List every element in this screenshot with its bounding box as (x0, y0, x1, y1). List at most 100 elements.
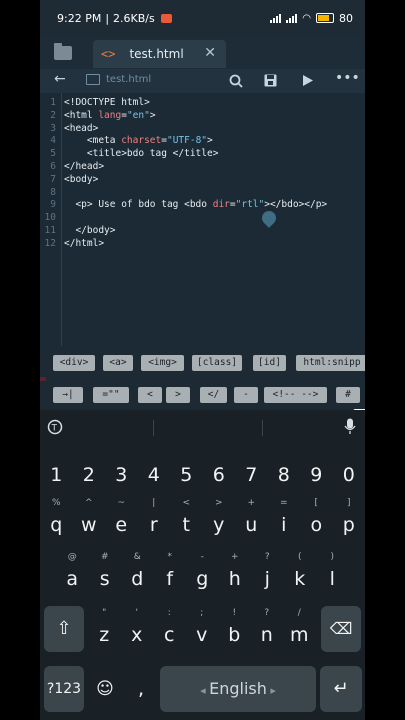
key-o[interactable]: [o (300, 496, 333, 542)
network-speed: 2.6KB/s (113, 11, 155, 25)
status-time: 9:22 PM (57, 11, 102, 25)
code-token: <head> (64, 122, 99, 134)
snippet-chip[interactable]: [id] (253, 355, 286, 371)
key-p[interactable]: ] p (333, 496, 366, 542)
key-8[interactable]: 8 (268, 446, 301, 492)
code-editor[interactable]: 1 <!DOCTYPE html> 2 <html lang="en"> 3 <head>… (40, 93, 365, 411)
symbol-chip[interactable]: < (138, 387, 162, 403)
code-line[interactable]: 6 </head> (40, 160, 365, 173)
code-text: <html lang="en"> (64, 109, 156, 122)
more-icon[interactable]: ••• (335, 70, 360, 86)
key-b[interactable]: ! b (218, 606, 251, 652)
code-token: "rtl" (235, 199, 265, 211)
code-line[interactable]: 12 </html> (40, 237, 365, 250)
key-hint: ' (135, 608, 138, 618)
key-q[interactable]: % q (40, 496, 73, 542)
key-f[interactable]: * f (154, 550, 187, 596)
symbol-chip[interactable]: - (234, 387, 258, 403)
enter-key[interactable]: ↵ (320, 666, 362, 712)
run-icon[interactable] (302, 74, 314, 87)
breadcrumb: test.html (86, 74, 151, 85)
code-line[interactable]: 9 <p> Use of bdo tag <bdo dir="rtl"></bd… (40, 198, 365, 211)
key-m[interactable]: / m (283, 606, 316, 652)
key-y[interactable]: > y (203, 496, 236, 542)
shift-icon[interactable]: ⇧ (44, 606, 84, 652)
phone-screen: 9:22 PM | 2.6KB/s ◠ 80 <> test.html ✕ ← … (40, 0, 365, 720)
key-e[interactable]: ~ e (105, 496, 138, 542)
backspace-icon[interactable]: ⌫ (321, 606, 361, 652)
key-v[interactable]: ; v (186, 606, 219, 652)
symbols-key[interactable]: ?123 (44, 666, 84, 712)
key-h[interactable]: + h (219, 550, 252, 596)
snippet-chip[interactable]: [class] (192, 355, 242, 371)
symbol-chip[interactable]: </ (200, 387, 227, 403)
key-l[interactable]: ) l (316, 550, 349, 596)
folder-icon[interactable] (54, 43, 72, 60)
key-n[interactable]: ? n (251, 606, 284, 652)
key-2[interactable]: 2 (73, 446, 106, 492)
snippet-chip[interactable]: <img> (141, 355, 184, 371)
key-5[interactable]: 5 (170, 446, 203, 492)
key-z[interactable]: " z (88, 606, 121, 652)
comma-key[interactable]: , (124, 666, 158, 712)
code-line[interactable]: 5 <title>bdo tag </title> (40, 147, 365, 160)
code-line[interactable]: 1 <!DOCTYPE html> (40, 96, 365, 109)
key-j[interactable]: ? j (251, 550, 284, 596)
code-line[interactable]: 3 <head> (40, 122, 365, 135)
key-t[interactable]: < t (170, 496, 203, 542)
search-icon[interactable] (229, 74, 243, 88)
key-d[interactable]: & d (121, 550, 154, 596)
symbol-chip[interactable]: ="" (93, 387, 129, 403)
key-w[interactable]: ^ w (73, 496, 106, 542)
text-tools-icon[interactable]: T (47, 419, 63, 435)
keyboard-toolbar: T (40, 410, 365, 444)
save-icon[interactable] (264, 74, 277, 87)
symbol-chip[interactable]: →| (53, 387, 83, 403)
microphone-icon[interactable] (344, 418, 356, 435)
key-hint: : (167, 608, 171, 618)
code-line[interactable]: 7 <body> (40, 173, 365, 186)
snippet-chip[interactable]: html:snipp (296, 355, 365, 371)
snippet-chip[interactable]: <div> (53, 355, 95, 371)
keyboard: T 1 2 3 4 5 6 7 8 9 0 % q ^ w ~ e | r < t > y + u = i[o] p @ a # s & d * f… (40, 410, 365, 720)
file-tab[interactable]: <> test.html ✕ (93, 40, 226, 68)
key-hint: ^ (84, 498, 93, 508)
code-line[interactable]: 4 <meta charset="UTF-8"> (40, 134, 365, 147)
key-6[interactable]: 6 (203, 446, 236, 492)
key-1[interactable]: 1 (40, 446, 73, 492)
breadcrumb-file[interactable]: test.html (106, 74, 151, 85)
line-number: 11 (44, 225, 56, 236)
emoji-icon[interactable]: ☺ (88, 666, 122, 712)
key-s[interactable]: # s (89, 550, 122, 596)
key-u[interactable]: + u (235, 496, 268, 542)
key-c[interactable]: :c (153, 606, 186, 652)
back-arrow-icon[interactable]: ← (54, 71, 66, 87)
key-r[interactable]: | r (138, 496, 171, 542)
key-label: 5 (180, 464, 193, 486)
snippet-chip[interactable]: <a> (103, 355, 133, 371)
key-label: 4 (147, 464, 160, 486)
key-7[interactable]: 7 (235, 446, 268, 492)
symbol-chip[interactable]: > (166, 387, 190, 403)
signal-icon (270, 13, 282, 23)
key-3[interactable]: 3 (105, 446, 138, 492)
key-a[interactable]: @ a (56, 550, 89, 596)
key-i[interactable]: = i (268, 496, 301, 542)
key-0[interactable]: 0 (333, 446, 366, 492)
code-line[interactable]: 8 (40, 186, 365, 199)
key-k[interactable]: (k (284, 550, 317, 596)
space-key[interactable]: ◂ English ▸ (160, 666, 316, 712)
symbol-chip[interactable]: <!-- --> (264, 387, 327, 403)
symbol-chip[interactable]: # (336, 387, 360, 403)
key-label: 6 (212, 464, 225, 486)
key-9[interactable]: 9 (300, 446, 333, 492)
code-line[interactable]: 10 (40, 211, 365, 224)
key-4[interactable]: 4 (138, 446, 171, 492)
code-line[interactable]: 11 </body> (40, 224, 365, 237)
code-line[interactable]: 2 <html lang="en"> (40, 109, 365, 122)
tab-bar: <> test.html ✕ (40, 36, 365, 69)
key-x[interactable]: ' x (121, 606, 154, 652)
close-icon[interactable]: ✕ (204, 45, 216, 61)
key-hint: @ (67, 552, 77, 562)
key-g[interactable]: -g (186, 550, 219, 596)
